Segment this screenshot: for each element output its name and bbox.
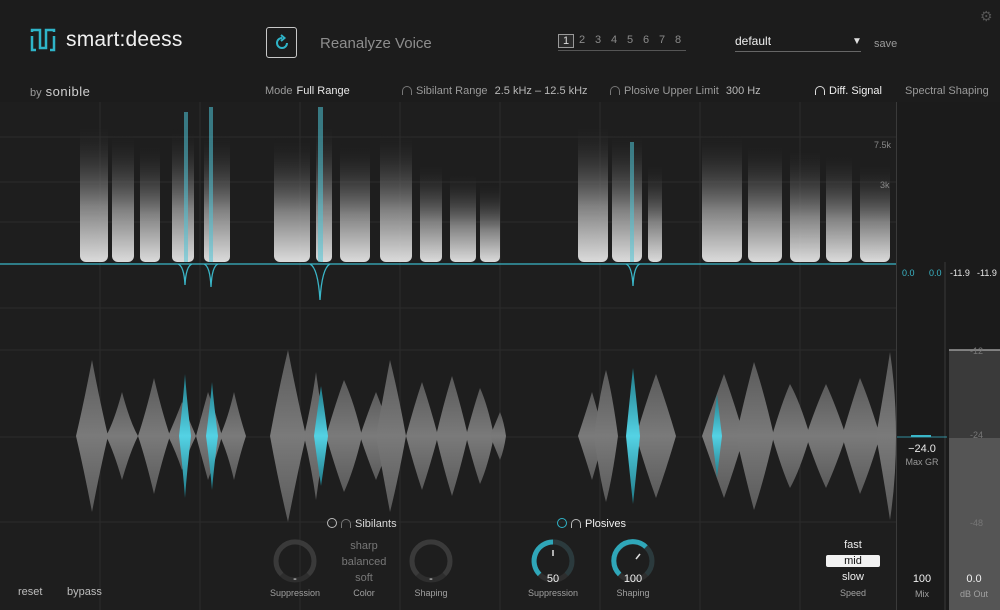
- bypass-button[interactable]: bypass: [67, 586, 102, 598]
- input-meter-left: 0.0: [902, 268, 915, 278]
- max-gr-label: Max GR: [905, 457, 939, 467]
- mix-label: Mix: [915, 589, 929, 599]
- save-button[interactable]: save: [874, 38, 897, 50]
- diff-signal-toggle[interactable]: Diff. Signal: [815, 85, 882, 97]
- preset-slot-6[interactable]: 6: [638, 34, 654, 48]
- by-label: by: [30, 87, 42, 99]
- input-meter-right: 0.0: [929, 268, 942, 278]
- color-option-soft[interactable]: soft: [336, 572, 392, 584]
- brand-name: sonible: [45, 84, 91, 99]
- output-gain-value[interactable]: 0.0: [952, 573, 996, 585]
- mode-selector[interactable]: Mode Full Range: [265, 85, 350, 97]
- sibilant-shaping-value: -: [429, 573, 433, 585]
- preset-slot-2[interactable]: 2: [574, 34, 590, 48]
- sibilants-header: Sibilants: [327, 518, 397, 530]
- app-title: smart:deess: [66, 28, 183, 51]
- color-option-balanced[interactable]: balanced: [336, 556, 392, 568]
- headphones-icon[interactable]: [402, 86, 412, 95]
- preset-slot-1[interactable]: 1: [558, 34, 574, 48]
- headphones-icon[interactable]: [610, 86, 620, 95]
- refresh-icon: [275, 33, 288, 49]
- preset-slot-4[interactable]: 4: [606, 34, 622, 48]
- preset-slots: 1 2 3 4 5 6 7 8: [558, 34, 686, 51]
- plosive-shaping-value: 100: [623, 573, 643, 585]
- mode-value[interactable]: Full Range: [297, 85, 350, 97]
- speed-option-fast[interactable]: fast: [826, 539, 880, 551]
- spectral-shaping-tab[interactable]: Spectral Shaping: [905, 85, 989, 97]
- sibilant-range-value[interactable]: 2.5 kHz – 12.5 kHz: [495, 85, 588, 97]
- preset-slot-8[interactable]: 8: [670, 34, 686, 48]
- db-tick-12: -12: [970, 346, 984, 356]
- db-tick-24: -24: [970, 430, 984, 440]
- plosive-suppression-label: Suppression: [527, 588, 579, 598]
- gear-icon[interactable]: ⚙: [980, 8, 993, 25]
- speed-option-mid[interactable]: mid: [826, 555, 880, 567]
- preset-slot-7[interactable]: 7: [654, 34, 670, 48]
- diff-signal-label[interactable]: Diff. Signal: [829, 85, 882, 97]
- headphones-icon[interactable]: [571, 519, 581, 528]
- plosive-limit[interactable]: Plosive Upper Limit 300 Hz: [610, 85, 761, 97]
- dropdown-arrow-icon[interactable]: ▼: [852, 36, 862, 47]
- meter-panel: [896, 102, 1000, 610]
- plosive-limit-label: Plosive Upper Limit: [624, 85, 719, 97]
- preset-slot-3[interactable]: 3: [590, 34, 606, 48]
- gain-reduction-curve: [177, 263, 641, 301]
- reanalyze-label[interactable]: Reanalyze Voice: [320, 35, 432, 52]
- sibilant-range-label: Sibilant Range: [416, 85, 488, 97]
- preset-slot-5[interactable]: 5: [622, 34, 638, 48]
- speed-option-slow[interactable]: slow: [826, 571, 880, 583]
- spectrogram: [80, 122, 890, 262]
- mix-value[interactable]: 100: [900, 573, 944, 585]
- headphones-icon[interactable]: [815, 86, 825, 95]
- power-icon[interactable]: [327, 518, 337, 528]
- plosive-shaping-label: Shaping: [616, 588, 650, 598]
- freq-label-3k: 3k: [880, 180, 890, 190]
- headphones-icon[interactable]: [341, 519, 351, 528]
- sibilant-suppression-label: Suppression: [269, 588, 321, 598]
- meter-canvas: [897, 262, 1000, 610]
- plosives-header: Plosives: [557, 518, 626, 530]
- reset-button[interactable]: reset: [18, 586, 42, 598]
- plosive-suppression-value: 50: [546, 573, 560, 585]
- logo-icon: [30, 28, 56, 52]
- plosives-title: Plosives: [585, 518, 626, 530]
- preset-dropdown[interactable]: default: [735, 34, 861, 52]
- output-gain-label: dB Out: [959, 589, 988, 599]
- mode-label: Mode: [265, 85, 293, 97]
- waveform: [76, 350, 896, 522]
- color-label: Color: [353, 588, 375, 598]
- speed-label: Speed: [839, 588, 867, 598]
- db-tick-48: -48: [970, 518, 984, 528]
- sibilant-suppression-value: -: [293, 573, 297, 585]
- output-meter-left: -11.9: [950, 268, 970, 278]
- brand-line: by sonible: [30, 84, 90, 99]
- plosive-limit-value[interactable]: 300 Hz: [726, 85, 761, 97]
- sibilants-title: Sibilants: [355, 518, 397, 530]
- power-icon[interactable]: [557, 518, 567, 528]
- color-option-sharp[interactable]: sharp: [336, 540, 392, 552]
- sibilant-shaping-label: Shaping: [414, 588, 448, 598]
- header: smart:deess by sonible Reanalyze Voice 1 …: [0, 0, 1000, 102]
- logo: smart:deess: [30, 28, 183, 52]
- freq-label-7k5: 7.5k: [874, 140, 892, 150]
- output-meter-right: -11.9: [977, 268, 997, 278]
- reanalyze-button[interactable]: [266, 27, 297, 58]
- sibilant-range[interactable]: Sibilant Range 2.5 kHz – 12.5 kHz: [402, 85, 588, 97]
- display-canvas: [0, 102, 896, 610]
- analysis-display[interactable]: [0, 102, 896, 610]
- max-gr-value[interactable]: −24.0: [900, 443, 944, 455]
